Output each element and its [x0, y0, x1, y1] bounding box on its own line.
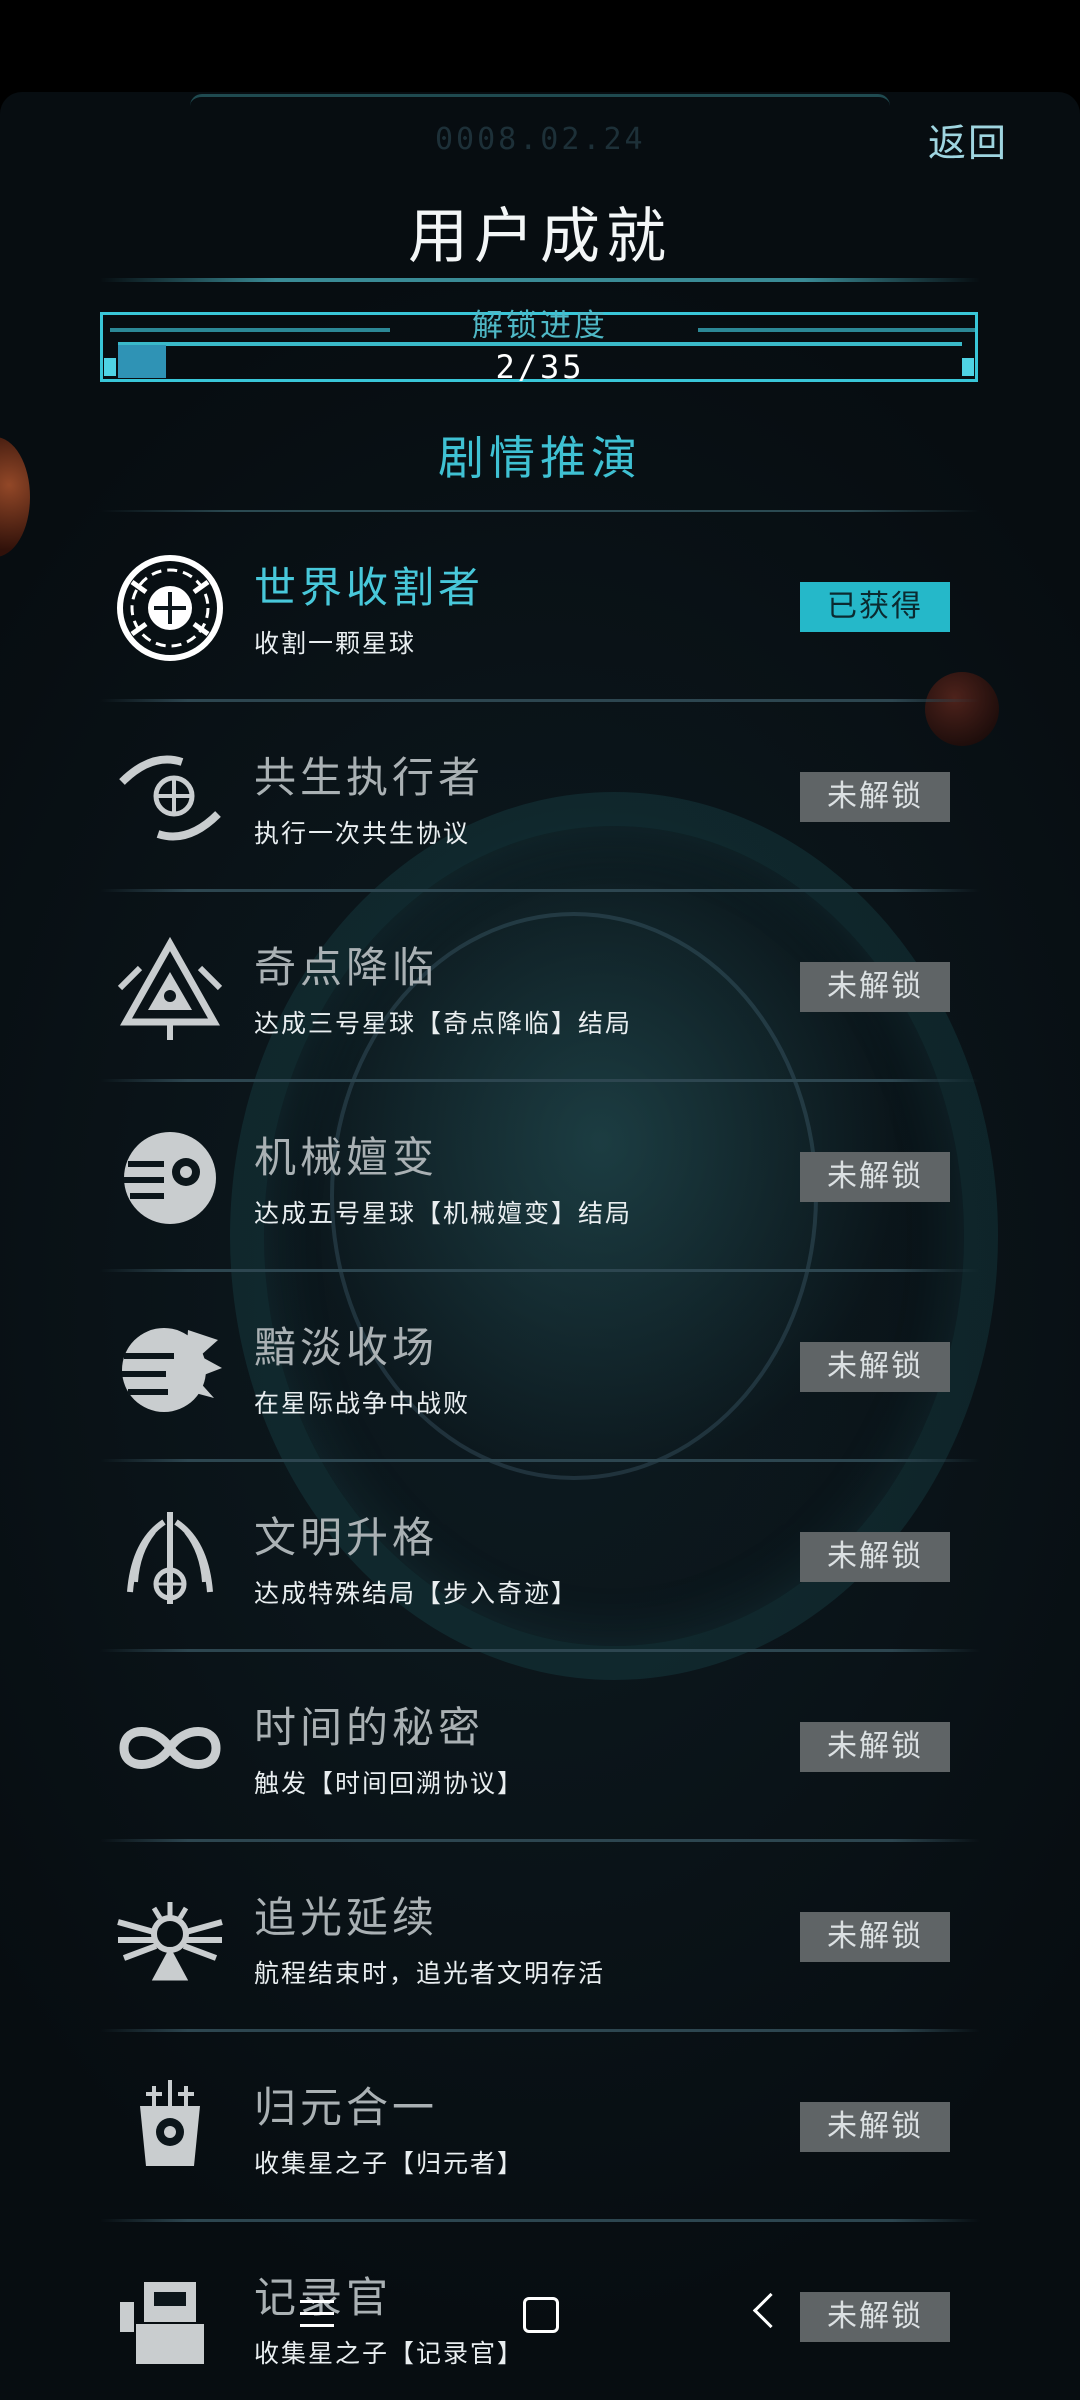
title-divider	[100, 278, 980, 282]
achievement-row[interactable]: 时间的秘密触发【时间回溯协议】 未解锁	[100, 1652, 980, 1842]
achievement-row[interactable]: 奇点降临达成三号星球【奇点降临】结局 未解锁	[100, 892, 980, 1082]
infinity-icon	[114, 1692, 226, 1804]
achievement-description: 在星际战争中战败	[254, 1389, 471, 1418]
winged-emblem-icon	[114, 1502, 226, 1614]
achievement-status-badge: 未解锁	[800, 1532, 950, 1582]
mechanical-planet-icon	[114, 1122, 226, 1234]
progress-label: 解锁进度	[472, 308, 608, 344]
home-square-icon[interactable]	[523, 2297, 559, 2333]
achievement-description: 达成三号星球【奇点降临】结局	[254, 1009, 633, 1038]
progress-count: 2/35	[495, 348, 585, 386]
menu-icon[interactable]	[300, 2300, 334, 2336]
system-navigation-bar	[0, 2270, 1080, 2400]
achievement-name: 黯淡收场	[254, 1323, 439, 1372]
symbiosis-hands-globe-icon	[114, 742, 226, 854]
back-chevron-icon[interactable]	[752, 2292, 789, 2329]
achievement-row[interactable]: 文明升格达成特殊结局【步入奇迹】 未解锁	[100, 1462, 980, 1652]
achievement-row[interactable]: 追光延续航程结束时，追光者文明存活 未解锁	[100, 1842, 980, 2032]
achievement-status-badge: 未解锁	[800, 2102, 950, 2152]
achievement-status-badge: 未解锁	[800, 1342, 950, 1392]
achievement-name: 追光延续	[254, 1893, 439, 1942]
page-title: 用户成就	[408, 202, 672, 272]
achievement-description: 航程结束时，追光者文明存活	[254, 1959, 606, 1988]
winged-sun-icon	[114, 1882, 226, 1994]
achievement-description: 达成五号星球【机械嬗变】结局	[254, 1199, 633, 1228]
achievement-name: 归元合一	[254, 2083, 439, 2132]
harvester-globe-icon	[114, 552, 226, 664]
achievement-name: 世界收割者	[254, 563, 485, 612]
achievement-row[interactable]: 机械嬗变达成五号星球【机械嬗变】结局 未解锁	[100, 1082, 980, 1272]
top-frame-decoration	[190, 94, 890, 113]
singularity-triangle-icon	[114, 932, 226, 1044]
achievement-status-badge: 已获得	[800, 582, 950, 632]
section-title: 剧情推演	[438, 431, 642, 485]
achievement-name: 文明升格	[254, 1513, 439, 1562]
robot-mask-icon	[114, 2072, 226, 2184]
achievement-status-badge: 未解锁	[800, 1912, 950, 1962]
achievement-status-badge: 未解锁	[800, 1152, 950, 1202]
shattered-planet-icon	[114, 1312, 226, 1424]
achievement-row[interactable]: 共生执行者执行一次共生协议 未解锁	[100, 702, 980, 892]
achievement-name: 时间的秘密	[254, 1703, 485, 1752]
achievement-description: 执行一次共生协议	[254, 819, 471, 848]
achievement-status-badge: 未解锁	[800, 772, 950, 822]
achievement-row[interactable]: 归元合一收集星之子【归元者】 未解锁	[100, 2032, 980, 2222]
achievements-screen: 0008.02.24 返回 用户成就 解锁进度 2/35 剧情推演 世界收割者收…	[0, 92, 1080, 2400]
achievement-description: 收集星之子【归元者】	[254, 2149, 525, 2178]
back-button[interactable]: 返回	[928, 112, 1008, 167]
achievement-status-badge: 未解锁	[800, 962, 950, 1012]
achievement-name: 奇点降临	[254, 943, 439, 992]
date-readout: 0008.02.24	[435, 122, 646, 157]
achievement-row[interactable]: 黯淡收场在星际战争中战败 未解锁	[100, 1272, 980, 1462]
achievement-description: 达成特殊结局【步入奇迹】	[254, 1579, 579, 1608]
achievement-description: 收割一颗星球	[254, 629, 417, 658]
achievement-description: 触发【时间回溯协议】	[254, 1769, 525, 1798]
achievement-status-badge: 未解锁	[800, 1722, 950, 1772]
achievement-name: 共生执行者	[254, 753, 485, 802]
achievement-name: 机械嬗变	[254, 1133, 439, 1182]
achievement-row[interactable]: 世界收割者收割一颗星球 已获得	[100, 512, 980, 702]
